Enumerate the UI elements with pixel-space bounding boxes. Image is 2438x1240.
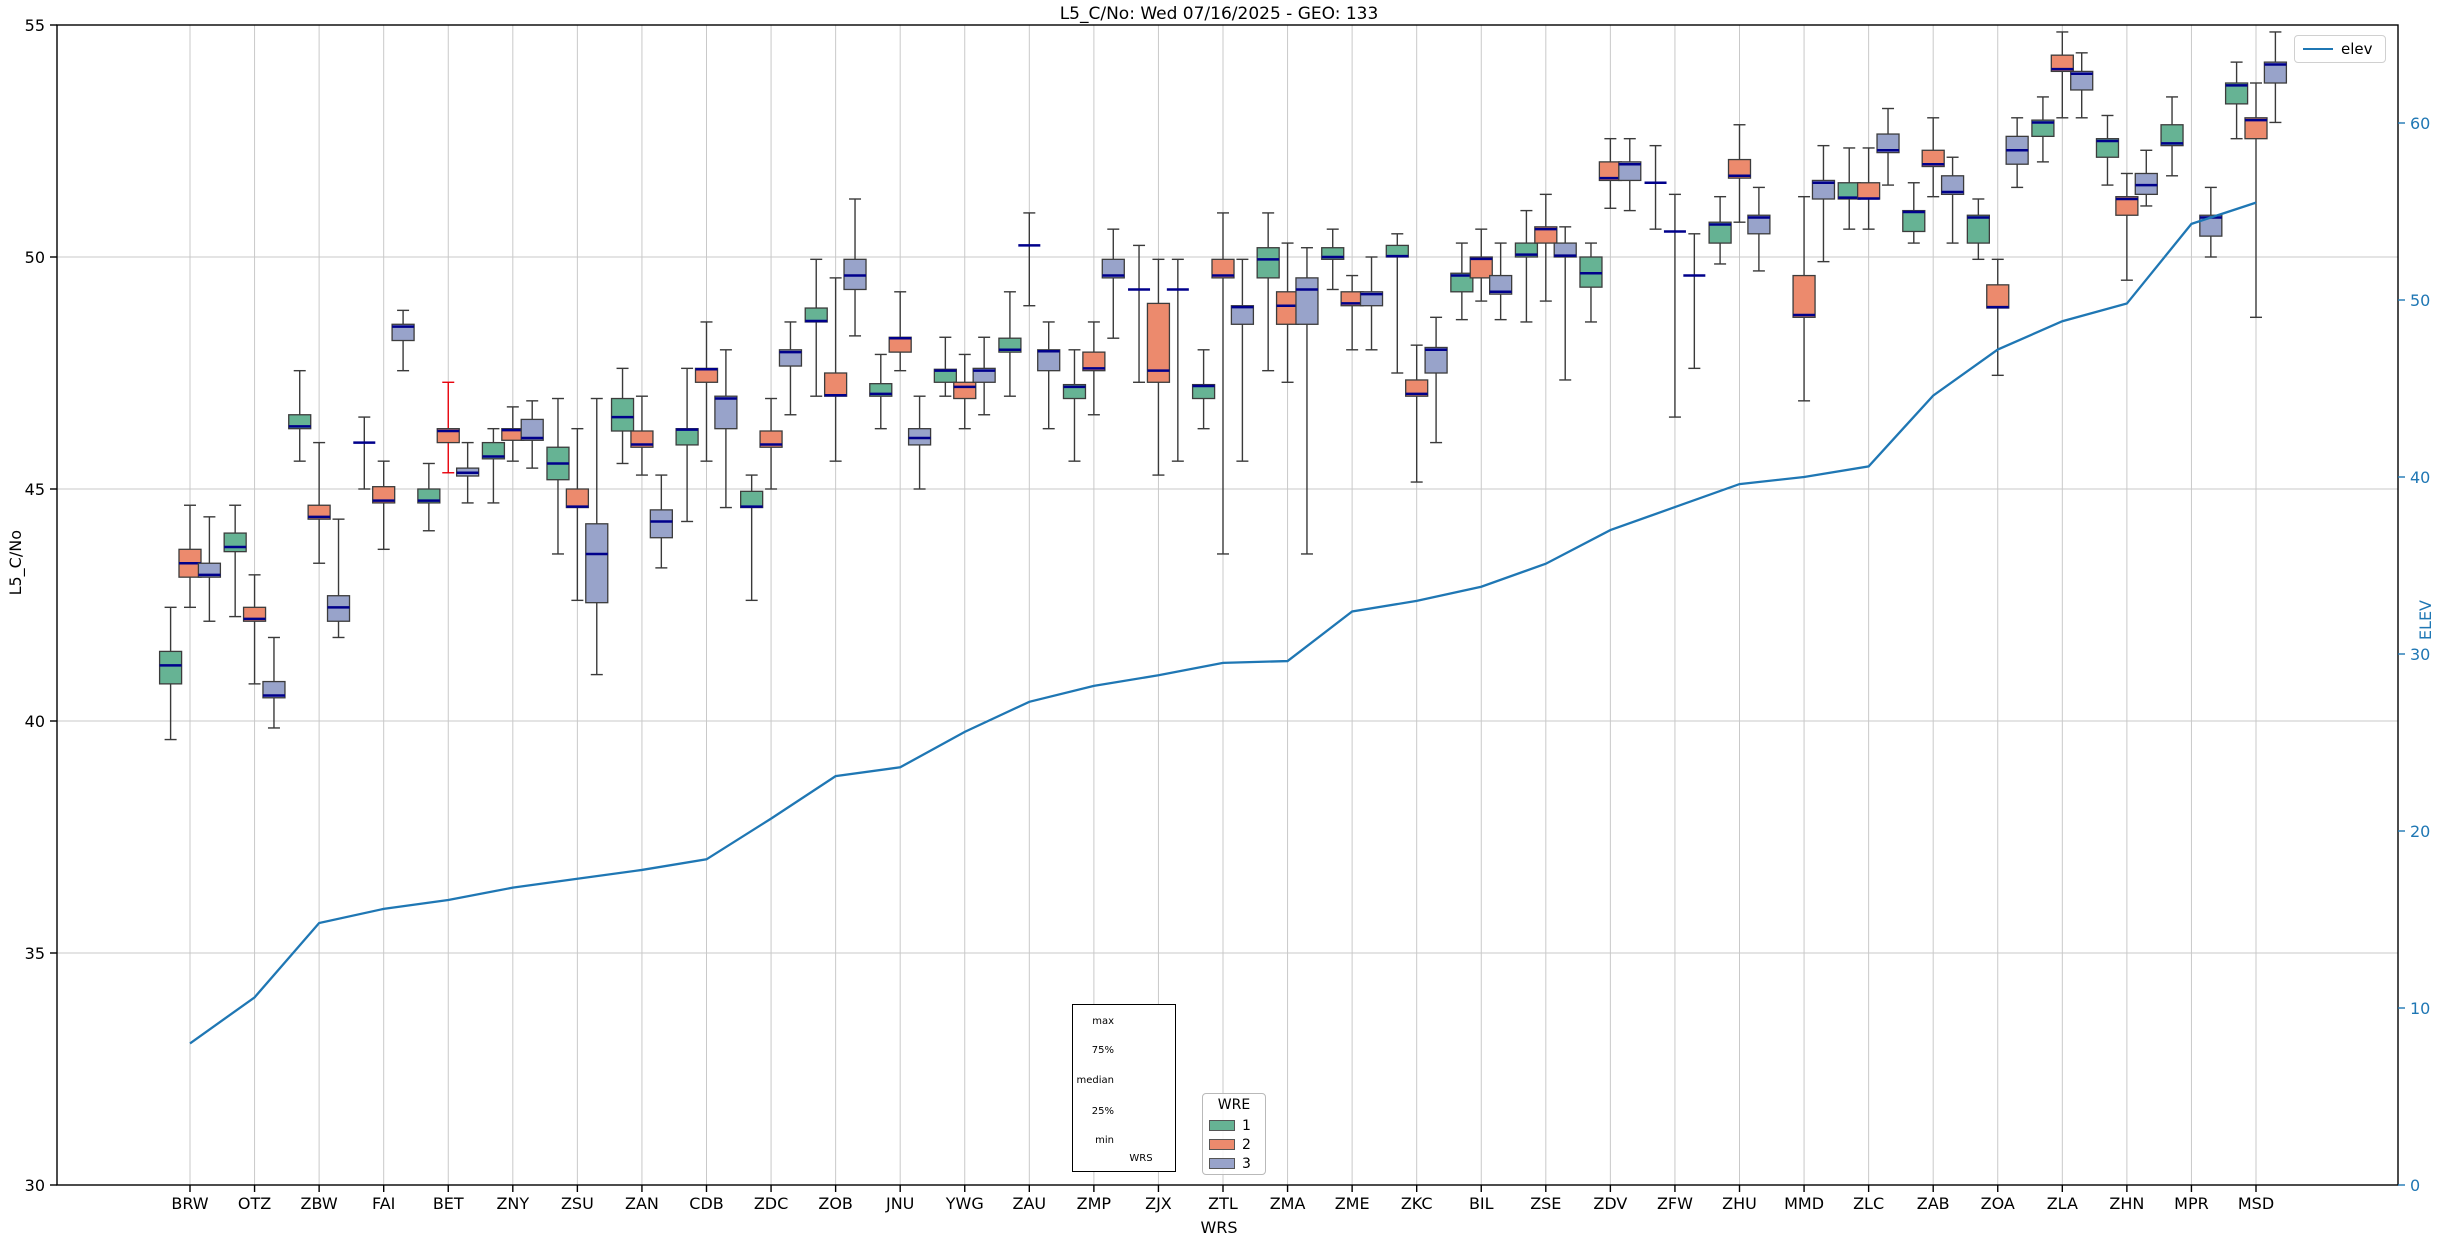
x-tick-label: YWG	[945, 1194, 984, 1213]
right-y-axis-label: ELEV	[2416, 600, 2435, 641]
x-tick-label: ZFW	[1657, 1194, 1693, 1213]
x-tick-label: ZDC	[754, 1194, 788, 1213]
boxplot-explainer-inset	[1072, 1004, 1176, 1172]
wre2-swatch	[1209, 1139, 1235, 1150]
inset-label-min: min	[1095, 1135, 1114, 1146]
box-wre2-MMD	[1792, 274, 1816, 318]
x-tick-label: JNU	[885, 1194, 914, 1213]
y-tick-label: 30	[25, 1176, 45, 1195]
x-tick-label: BET	[433, 1194, 464, 1213]
x-tick-label: ZOA	[1981, 1194, 2015, 1213]
box-wre1-BRW	[158, 650, 183, 685]
figure: 30 35 40 45 50 55 0 10 20 30 40 50 60 BRW OTZ ZBW FAI BET…	[0, 0, 2438, 1240]
x-tick-label: MPR	[2174, 1194, 2209, 1213]
chart-title: L5_C/No: Wed 07/16/2025 - GEO: 133	[1059, 4, 1379, 24]
box-wre3-ZSU	[585, 523, 609, 604]
x-tick-label: ZSE	[1530, 1194, 1561, 1213]
x-tick-label: ZTL	[1208, 1194, 1238, 1213]
x-tick-label: ZKC	[1401, 1194, 1433, 1213]
box-wre2-ZOA	[1986, 284, 2010, 309]
y-tick-label: 50	[25, 248, 45, 267]
x-tick-label: ZSU	[561, 1194, 594, 1213]
right-tick-label: 10	[2410, 999, 2430, 1018]
wre1-label: 1	[1242, 1117, 1251, 1134]
x-tick-label: ZNY	[496, 1194, 529, 1213]
plot-border	[56, 24, 2399, 1186]
right-tick-label: 50	[2410, 291, 2430, 310]
inset-label-75: 75%	[1091, 1045, 1114, 1056]
x-tick-label: OTZ	[238, 1194, 271, 1213]
right-tick-label: 60	[2410, 114, 2430, 133]
y-tick-label: 35	[25, 944, 45, 963]
x-tick-label: ZOB	[818, 1194, 853, 1213]
right-tick-label: 0	[2410, 1176, 2420, 1195]
y-tick-label: 40	[25, 712, 45, 731]
box-wre2-ZMA	[1275, 291, 1300, 325]
inset-label-max: max	[1092, 1016, 1114, 1027]
y-tick-label: 45	[25, 480, 45, 499]
right-tick-label: 30	[2410, 645, 2430, 664]
box-wre3-CDB	[714, 395, 738, 430]
wre2-label: 2	[1242, 1136, 1251, 1153]
inset-label-25: 25%	[1091, 1106, 1114, 1117]
box-wre1-ZAB	[1902, 209, 1926, 233]
x-tick-label: ZJX	[1145, 1194, 1172, 1213]
box-wre2-ZOB	[823, 372, 848, 397]
x-tick-label: MMD	[1784, 1194, 1824, 1213]
y-axis-label: L5_C/No	[6, 530, 25, 596]
x-tick-label: ZMA	[1270, 1194, 1306, 1213]
x-tick-label: ZAU	[1013, 1194, 1047, 1213]
box-wre2-YWG	[953, 381, 977, 400]
box-wre2-ZLC	[1856, 182, 1881, 200]
wre-legend-item-1: 1	[1209, 1116, 1259, 1135]
x-tick-label: ZAB	[1917, 1194, 1950, 1213]
inset-x-label: WRS	[1129, 1153, 1153, 1164]
x-tick-label: FAI	[372, 1194, 395, 1213]
wre3-label: 3	[1242, 1155, 1251, 1172]
x-tick-label: ZBW	[301, 1194, 338, 1213]
box-wre1-ZAN	[610, 397, 635, 432]
x-tick-label: ZHN	[2109, 1194, 2144, 1213]
wre1-swatch	[1209, 1120, 1235, 1131]
box-wre1-CDB	[675, 428, 699, 446]
box-wre2-BIL	[1469, 256, 1493, 279]
wre3-swatch	[1209, 1158, 1235, 1169]
elev-legend: elev	[2294, 35, 2386, 63]
box-wre3-ZKC	[1424, 346, 1448, 374]
elev-line-swatch	[2303, 48, 2333, 50]
box-wre1-ZDC	[740, 490, 764, 509]
box-wre1-ZMA	[1256, 247, 1280, 279]
box-wre3-ZTL	[1230, 305, 1255, 325]
x-tick-label: CDB	[689, 1194, 723, 1213]
inset-label-median: median	[1076, 1075, 1115, 1086]
box-wre3-ZAU	[1037, 349, 1061, 372]
right-tick-label: 40	[2410, 468, 2430, 487]
x-axis-label: WRS	[1200, 1218, 1238, 1237]
wre-legend: WRE 1 2 3	[1202, 1093, 1266, 1175]
elev-legend-label: elev	[2341, 40, 2373, 58]
x-tick-label: ZHU	[1722, 1194, 1757, 1213]
wre-legend-item-3: 3	[1209, 1154, 1259, 1173]
x-tick-label: ZMP	[1077, 1194, 1112, 1213]
box-wre2-JNU	[888, 336, 912, 353]
x-tick-label: ZLC	[1853, 1194, 1884, 1213]
x-tick-label: ZDV	[1593, 1194, 1627, 1213]
x-tick-label: ZLA	[2047, 1194, 2078, 1213]
box-wre1-OTZ	[223, 532, 247, 553]
chart-canvas: 3035404550550102030405060BRW OTZ ZBW FAI BET…	[25, 16, 2431, 1213]
x-tick-label: ZAN	[625, 1194, 659, 1213]
x-tick-label: MSD	[2238, 1194, 2274, 1213]
wre-legend-item-2: 2	[1209, 1135, 1259, 1154]
right-tick-label: 20	[2410, 822, 2430, 841]
box-wre1-ZOA	[1966, 214, 1990, 244]
box-wre2-ZSU	[565, 488, 590, 509]
box-wre3-ZAN	[649, 509, 673, 539]
x-tick-label: BIL	[1469, 1194, 1494, 1213]
wre-legend-title: WRE	[1217, 1097, 1251, 1113]
x-tick-label: BRW	[171, 1194, 208, 1213]
x-tick-label: ZME	[1335, 1194, 1370, 1213]
box-wre3-ZMA	[1295, 277, 1319, 325]
